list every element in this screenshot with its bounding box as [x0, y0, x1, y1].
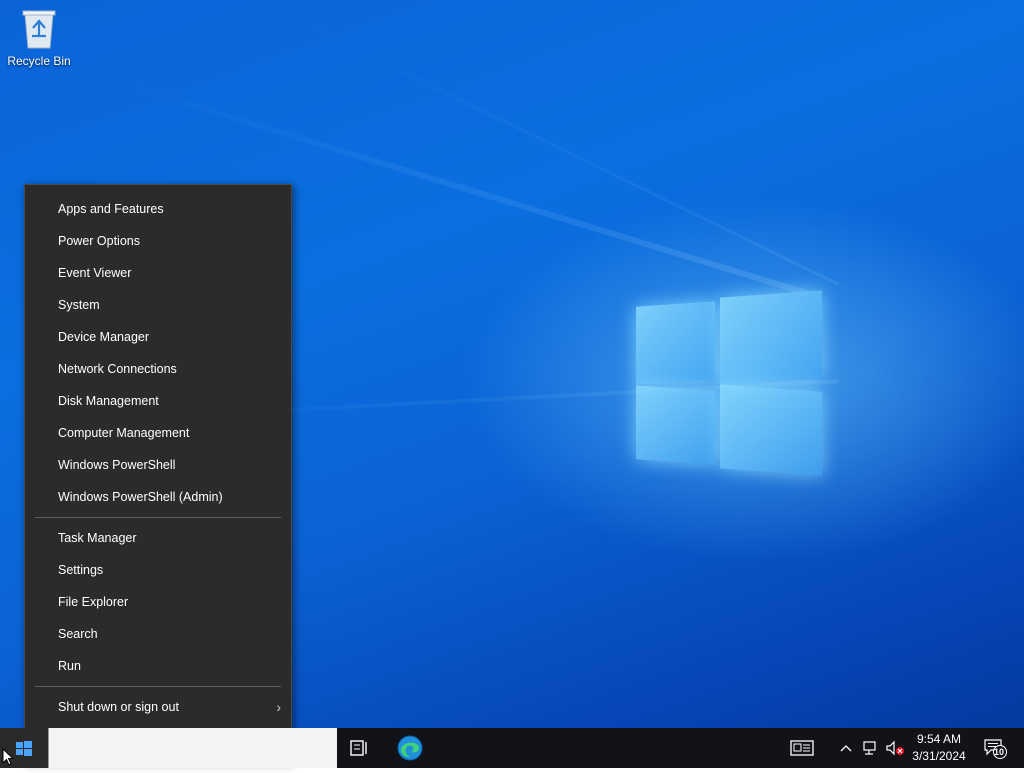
volume-muted-icon	[886, 740, 904, 756]
notification-center-button[interactable]: 10	[972, 728, 1018, 768]
menu-item-label: Power Options	[58, 234, 140, 248]
menu-item-power-options[interactable]: Power Options	[25, 225, 291, 257]
network-icon	[863, 741, 876, 755]
search-input[interactable]	[48, 728, 337, 768]
menu-item-disk-management[interactable]: Disk Management	[25, 385, 291, 417]
menu-item-windows-powershell[interactable]: Windows PowerShell	[25, 449, 291, 481]
menu-item-computer-management[interactable]: Computer Management	[25, 417, 291, 449]
menu-item-shut-down-or-sign-out[interactable]: Shut down or sign out ›	[25, 691, 291, 723]
edge-icon	[397, 735, 423, 761]
chevron-right-icon: ›	[276, 699, 281, 715]
news-icon	[790, 740, 814, 756]
menu-item-label: Task Manager	[58, 531, 137, 545]
menu-item-label: Settings	[58, 563, 104, 577]
edge-taskbar-button[interactable]	[386, 728, 434, 768]
task-view-icon	[350, 740, 367, 756]
menu-item-label: System	[58, 298, 100, 312]
menu-item-run[interactable]: Run	[25, 650, 291, 682]
menu-item-label: Event Viewer	[58, 266, 132, 280]
clock-date: 3/31/2024	[912, 749, 966, 763]
menu-item-settings[interactable]: Settings	[25, 554, 291, 586]
menu-item-task-manager[interactable]: Task Manager	[25, 522, 291, 554]
menu-item-label: Search	[58, 627, 98, 641]
clock-time: 9:54 AM	[916, 732, 962, 746]
menu-item-label: Windows PowerShell	[58, 458, 176, 472]
notification-count-badge: 10	[993, 747, 1004, 757]
menu-item-label: Apps and Features	[58, 202, 164, 216]
taskbar-clock[interactable]: 9:54 AM 3/31/2024	[910, 731, 968, 765]
menu-item-label: Network Connections	[58, 362, 177, 376]
chevron-up-icon	[840, 745, 852, 752]
task-view-button[interactable]	[336, 728, 384, 768]
menu-item-label: Shut down or sign out	[58, 700, 179, 714]
menu-item-label: Windows PowerShell (Admin)	[58, 490, 223, 504]
network-status-button[interactable]	[858, 728, 884, 768]
menu-item-network-connections[interactable]: Network Connections	[25, 353, 291, 385]
menu-item-file-explorer[interactable]: File Explorer	[25, 586, 291, 618]
menu-item-windows-powershell-admin[interactable]: Windows PowerShell (Admin)	[25, 481, 291, 513]
menu-item-label: Run	[58, 659, 81, 673]
menu-item-label: Computer Management	[58, 426, 190, 440]
windows-logo-wallpaper	[636, 290, 824, 480]
menu-separator	[35, 686, 281, 687]
recycle-bin-label: Recycle Bin	[7, 54, 71, 68]
menu-item-label: Disk Management	[58, 394, 159, 408]
recycle-bin-shortcut[interactable]: Recycle Bin	[6, 6, 72, 68]
show-hidden-icons-button[interactable]	[832, 728, 860, 768]
menu-item-label: Device Manager	[58, 330, 150, 344]
menu-item-system[interactable]: System	[25, 289, 291, 321]
menu-item-event-viewer[interactable]: Event Viewer	[25, 257, 291, 289]
news-widget-button[interactable]	[778, 728, 826, 768]
menu-item-search[interactable]: Search	[25, 618, 291, 650]
power-user-menu: Apps and Features Power Options Event View…	[24, 184, 292, 762]
menu-item-apps-and-features[interactable]: Apps and Features	[25, 193, 291, 225]
menu-separator	[35, 517, 281, 518]
volume-button[interactable]	[882, 728, 908, 768]
menu-item-label: File Explorer	[58, 595, 129, 609]
menu-item-device-manager[interactable]: Device Manager	[25, 321, 291, 353]
recycle-bin-icon	[19, 6, 59, 50]
taskbar: 9:54 AM 3/31/2024 10	[0, 728, 1024, 768]
